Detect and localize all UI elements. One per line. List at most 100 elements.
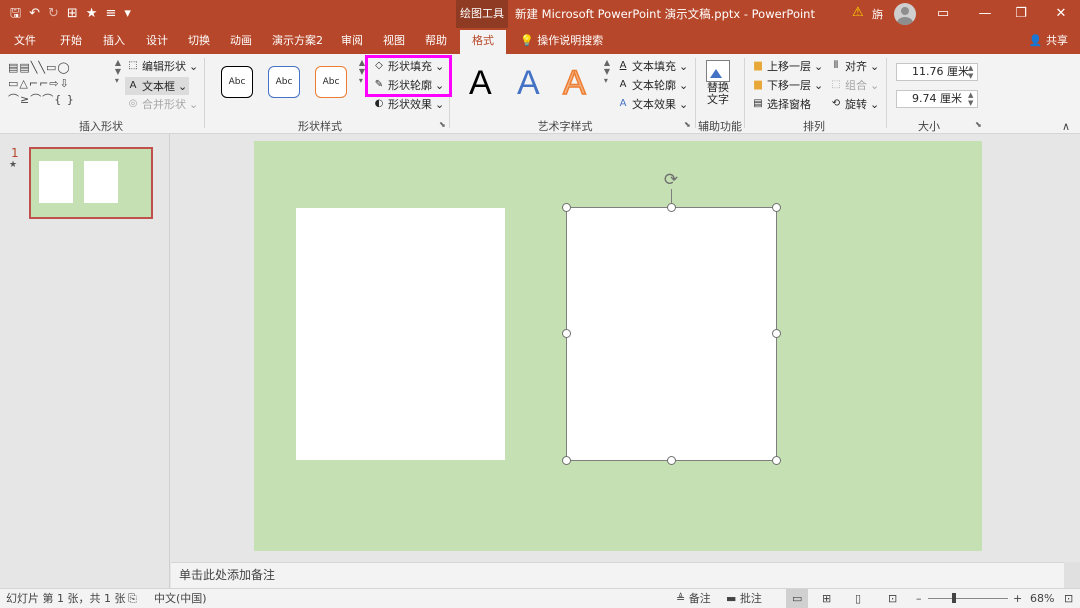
width-stepper[interactable]: ▲ ▼ <box>968 91 973 107</box>
zoom-out-button[interactable]: – <box>916 589 922 608</box>
redo-icon[interactable]: ↻ <box>48 5 59 23</box>
text-effects-icon: A <box>619 98 627 109</box>
wordart-style-blue[interactable]: A <box>517 64 540 103</box>
zoom-slider-thumb[interactable] <box>952 593 956 603</box>
group-label-size: 大小 <box>918 120 940 133</box>
tab-format[interactable]: 格式 <box>460 30 506 54</box>
rotation-handle-icon[interactable]: ⟳ <box>662 171 680 189</box>
resize-handle-se[interactable] <box>772 456 781 465</box>
slide-sorter-icon[interactable]: ⊞ <box>822 589 831 608</box>
spell-check-icon[interactable]: ⎘ <box>128 589 137 608</box>
slide-thumbnail[interactable] <box>29 147 153 219</box>
notes-toggle[interactable]: ≜ 备注 <box>676 589 711 608</box>
notes-scrollbar[interactable] <box>1064 562 1080 588</box>
group-label-shape-styles: 形状样式 <box>298 120 342 133</box>
tab-view[interactable]: 视图 <box>383 28 405 54</box>
customize-qat-icon[interactable]: ▾ <box>124 5 131 23</box>
resize-handle-n[interactable] <box>667 203 676 212</box>
tab-help[interactable]: 帮助 <box>425 28 447 54</box>
tell-me-search[interactable]: 💡 操作说明搜索 <box>520 28 603 54</box>
shape-style-1[interactable]: Abc <box>221 66 253 98</box>
notes-placeholder: 单击此处添加备注 <box>179 568 276 582</box>
tab-file[interactable]: 文件 <box>14 28 36 54</box>
edit-shape-icon: ⬚ <box>128 60 138 71</box>
resize-handle-s[interactable] <box>667 456 676 465</box>
group-button[interactable]: ⬚ 组合 ⌄ <box>830 77 879 93</box>
text-box-button[interactable]: A 文本框 ⌄ <box>125 77 190 95</box>
chevron-down-icon: ⌄ <box>435 97 445 111</box>
resize-handle-sw[interactable] <box>562 456 571 465</box>
minimize-icon[interactable]: — <box>966 0 1004 28</box>
align-icon: ⫴ <box>833 60 839 71</box>
wordart-style-black[interactable]: A <box>469 64 492 103</box>
zoom-level[interactable]: 68% <box>1030 589 1054 608</box>
edit-shape-button[interactable]: ⬚ 编辑形状 ⌄ <box>127 58 198 74</box>
collapse-ribbon-icon[interactable]: ∧ <box>1062 120 1070 133</box>
resize-handle-ne[interactable] <box>772 203 781 212</box>
save-icon[interactable]: 🖫 <box>10 5 21 23</box>
shape-effects-button[interactable]: ◐ 形状效果 ⌄ <box>373 96 445 112</box>
fit-slide-icon[interactable]: ⊡ <box>1064 589 1073 608</box>
slideshow-icon[interactable]: ⊡ <box>888 589 897 608</box>
warning-icon[interactable]: ⚠ <box>852 5 864 20</box>
resize-handle-e[interactable] <box>772 329 781 338</box>
dialog-launcher-icon[interactable]: ⬊ <box>439 120 446 129</box>
avatar[interactable] <box>894 3 916 25</box>
zoom-in-button[interactable]: + <box>1013 589 1022 608</box>
merge-shapes-button[interactable]: ◎ 合并形状 ⌄ <box>127 96 199 112</box>
drawing-tools-context: 绘图工具 <box>456 0 508 28</box>
tab-review[interactable]: 审阅 <box>341 28 363 54</box>
wordart-style-orange[interactable]: A <box>562 63 586 103</box>
tab-animations[interactable]: 动画 <box>230 28 252 54</box>
merge-shapes-label: 合并形状 <box>142 98 186 111</box>
slide-info: 幻灯片 第 1 张，共 1 张 <box>6 592 126 605</box>
language[interactable]: 中文(中国) <box>154 589 207 608</box>
group-label-accessibility: 辅助功能 <box>698 120 742 133</box>
text-effects-button[interactable]: A 文本效果 ⌄ <box>617 96 689 112</box>
send-backward-button[interactable]: ▆ 下移一层 ⌄ <box>752 77 823 93</box>
tab-home[interactable]: 开始 <box>60 28 82 54</box>
shape-height-field[interactable]: 11.76 厘米 <box>896 63 978 81</box>
notes-pane[interactable]: 单击此处添加备注 <box>171 562 1080 588</box>
text-fill-label: 文本填充 <box>632 60 676 73</box>
chevron-down-icon: ⌄ <box>870 97 880 111</box>
text-outline-button[interactable]: A 文本轮廓 ⌄ <box>617 77 689 93</box>
user-name[interactable]: 旃 <box>872 6 883 22</box>
shape-style-2[interactable]: Abc <box>268 66 300 98</box>
shape-gallery[interactable]: ▤▤╲╲▭◯ ▭△⌐⌐⇨⇩ ⌒≥⌒⌒{ } <box>8 60 112 110</box>
comments-toggle[interactable]: ▬ 批注 <box>726 589 762 608</box>
ribbon-display-icon[interactable]: ▭ <box>924 0 962 28</box>
undo-icon[interactable]: ↶ <box>29 5 40 23</box>
text-fill-button[interactable]: A 文本填充 ⌄ <box>617 58 689 74</box>
shape-width-field[interactable]: 9.74 厘米 <box>896 90 978 108</box>
alt-text-button[interactable]: 替换 文字 <box>706 60 730 106</box>
normal-view-icon[interactable]: ▭ <box>786 589 809 608</box>
close-icon[interactable]: ✕ <box>1042 0 1080 28</box>
star-icon[interactable]: ★ <box>86 5 98 23</box>
dialog-launcher-icon[interactable]: ⬊ <box>684 120 691 129</box>
present-icon[interactable]: ⊞ <box>67 5 78 23</box>
tab-transitions[interactable]: 切换 <box>188 28 210 54</box>
format-icon[interactable]: ≡ <box>105 5 116 23</box>
tab-design[interactable]: 设计 <box>146 28 168 54</box>
reading-view-icon[interactable]: ▯ <box>855 589 861 608</box>
share-button[interactable]: 👤 共享 <box>1029 28 1068 54</box>
bring-forward-button[interactable]: ▆ 上移一层 ⌄ <box>752 58 823 74</box>
resize-handle-w[interactable] <box>562 329 571 338</box>
tab-insert[interactable]: 插入 <box>103 28 125 54</box>
dialog-launcher-icon[interactable]: ⬊ <box>975 120 982 129</box>
rotate-button[interactable]: ⟲ 旋转 ⌄ <box>830 96 879 112</box>
wordart-gallery-scroll[interactable]: ▲ ▼ ▾ <box>602 58 612 108</box>
thumbnail-shape <box>84 161 118 203</box>
comment-icon: ▬ <box>726 592 737 605</box>
shape-gallery-scroll[interactable]: ▲ ▼ ▾ <box>113 58 123 108</box>
align-button[interactable]: ⫴ 对齐 ⌄ <box>830 58 879 74</box>
height-stepper[interactable]: ▲ ▼ <box>968 64 973 80</box>
resize-handle-nw[interactable] <box>562 203 571 212</box>
rectangle-shape-left[interactable] <box>296 208 505 460</box>
tab-custom[interactable]: 演示方案2 <box>272 28 323 54</box>
zoom-slider[interactable] <box>928 598 1008 599</box>
selection-pane-button[interactable]: ▤ 选择窗格 <box>752 96 811 112</box>
restore-icon[interactable]: ❐ <box>1002 0 1040 28</box>
shape-style-3[interactable]: Abc <box>315 66 347 98</box>
